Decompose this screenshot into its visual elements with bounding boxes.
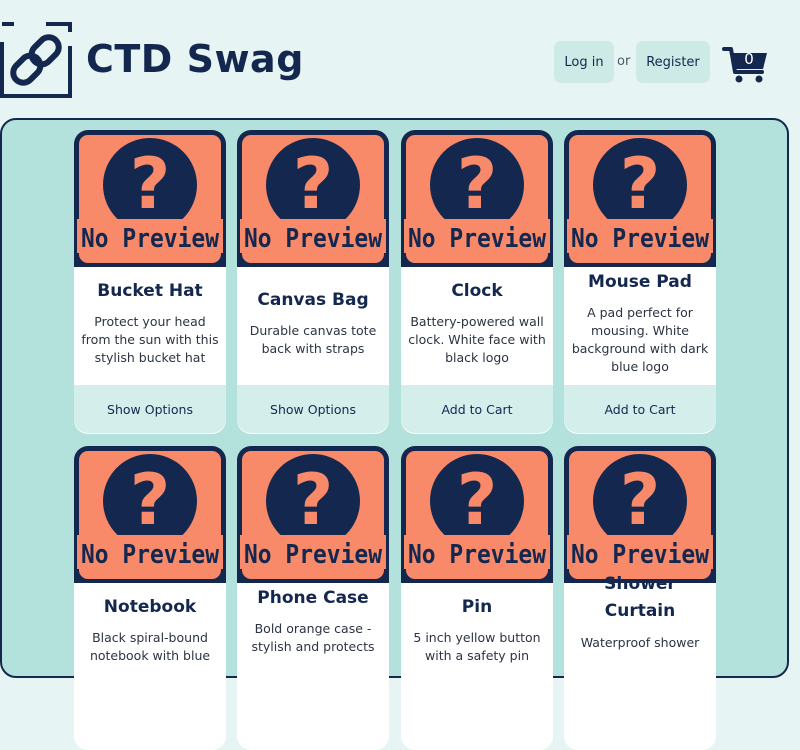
no-preview-label: No Preview <box>408 224 546 254</box>
add-to-cart-button[interactable]: Add to Cart <box>564 385 716 433</box>
no-preview-label: No Preview <box>81 224 219 254</box>
no-preview-image: ? No Preview <box>401 446 553 583</box>
product-card: ? No Preview Bucket Hat Protect your head… <box>74 130 226 434</box>
product-description: Waterproof shower <box>580 635 700 650</box>
show-options-button[interactable]: Show Options <box>237 385 389 433</box>
no-preview-image: ? No Preview <box>401 130 553 267</box>
or-separator: or <box>617 54 631 69</box>
no-preview-image: ? No Preview <box>564 130 716 267</box>
link-logo-icon[interactable] <box>0 22 72 98</box>
product-card: ? No Preview Pin 5 inch yellow button wit… <box>401 446 553 750</box>
show-options-button[interactable]: Show Options <box>74 385 226 433</box>
product-description: 5 inch yellow button with a safety pin <box>413 630 541 663</box>
product-description: A pad perfect for mousing. White backgro… <box>571 305 709 374</box>
product-card: ? No Preview Canvas Bag Durable canvas to… <box>237 130 389 434</box>
product-card: ? No Preview Notebook Black spiral-bound … <box>74 446 226 750</box>
cart-button[interactable]: 0 <box>722 44 770 83</box>
register-button[interactable]: Register <box>636 41 710 83</box>
product-card: ? No Preview Mouse Pad A pad perfect for … <box>564 130 716 434</box>
product-description: Durable canvas tote back with straps <box>249 323 377 356</box>
site-header: CTD Swag Log in or Register 0 <box>0 0 800 118</box>
question-mark-icon: ? <box>293 459 334 541</box>
product-name: Phone Case <box>257 588 369 608</box>
no-preview-label: No Preview <box>81 540 219 570</box>
login-button[interactable]: Log in <box>554 41 614 83</box>
product-description: Bold orange case - stylish and protects <box>251 621 375 654</box>
cart-count: 0 <box>744 50 754 68</box>
product-description: Battery-powered wall clock. White face w… <box>408 314 546 365</box>
no-preview-label: No Preview <box>571 540 709 570</box>
product-name: Canvas Bag <box>257 290 369 310</box>
question-mark-icon: ? <box>620 459 661 541</box>
add-to-cart-button[interactable]: Add to Cart <box>401 385 553 433</box>
question-mark-icon: ? <box>293 143 334 225</box>
question-mark-icon: ? <box>130 143 171 225</box>
question-mark-icon: ? <box>620 143 661 225</box>
product-name: Notebook <box>103 597 197 617</box>
no-preview-image: ? No Preview <box>564 446 716 583</box>
no-preview-label: No Preview <box>408 540 546 570</box>
product-card: ? No Preview Shower Curtain Waterproof sh… <box>564 446 716 750</box>
question-mark-icon: ? <box>457 459 498 541</box>
no-preview-image: ? No Preview <box>74 130 226 267</box>
no-preview-image: ? No Preview <box>74 446 226 583</box>
product-name: Bucket Hat <box>97 281 203 301</box>
product-name: Mouse Pad <box>588 272 692 292</box>
product-description: Protect your head from the sun with this… <box>81 314 219 365</box>
product-name: Shower Curtain <box>604 574 676 621</box>
question-mark-icon: ? <box>130 459 171 541</box>
no-preview-image: ? No Preview <box>237 446 389 583</box>
site-title: CTD Swag <box>86 37 304 81</box>
question-mark-icon: ? <box>457 143 498 225</box>
no-preview-label: No Preview <box>244 540 382 570</box>
no-preview-image: ? No Preview <box>237 130 389 267</box>
product-name: Clock <box>451 281 503 301</box>
no-preview-label: No Preview <box>571 224 709 254</box>
product-card: ? No Preview Phone Case Bold orange case … <box>237 446 389 750</box>
no-preview-label: No Preview <box>244 224 382 254</box>
product-card: ? No Preview Clock Battery-powered wall c… <box>401 130 553 434</box>
product-name: Pin <box>461 597 493 617</box>
product-description: Black spiral-bound notebook with blue <box>89 630 211 663</box>
